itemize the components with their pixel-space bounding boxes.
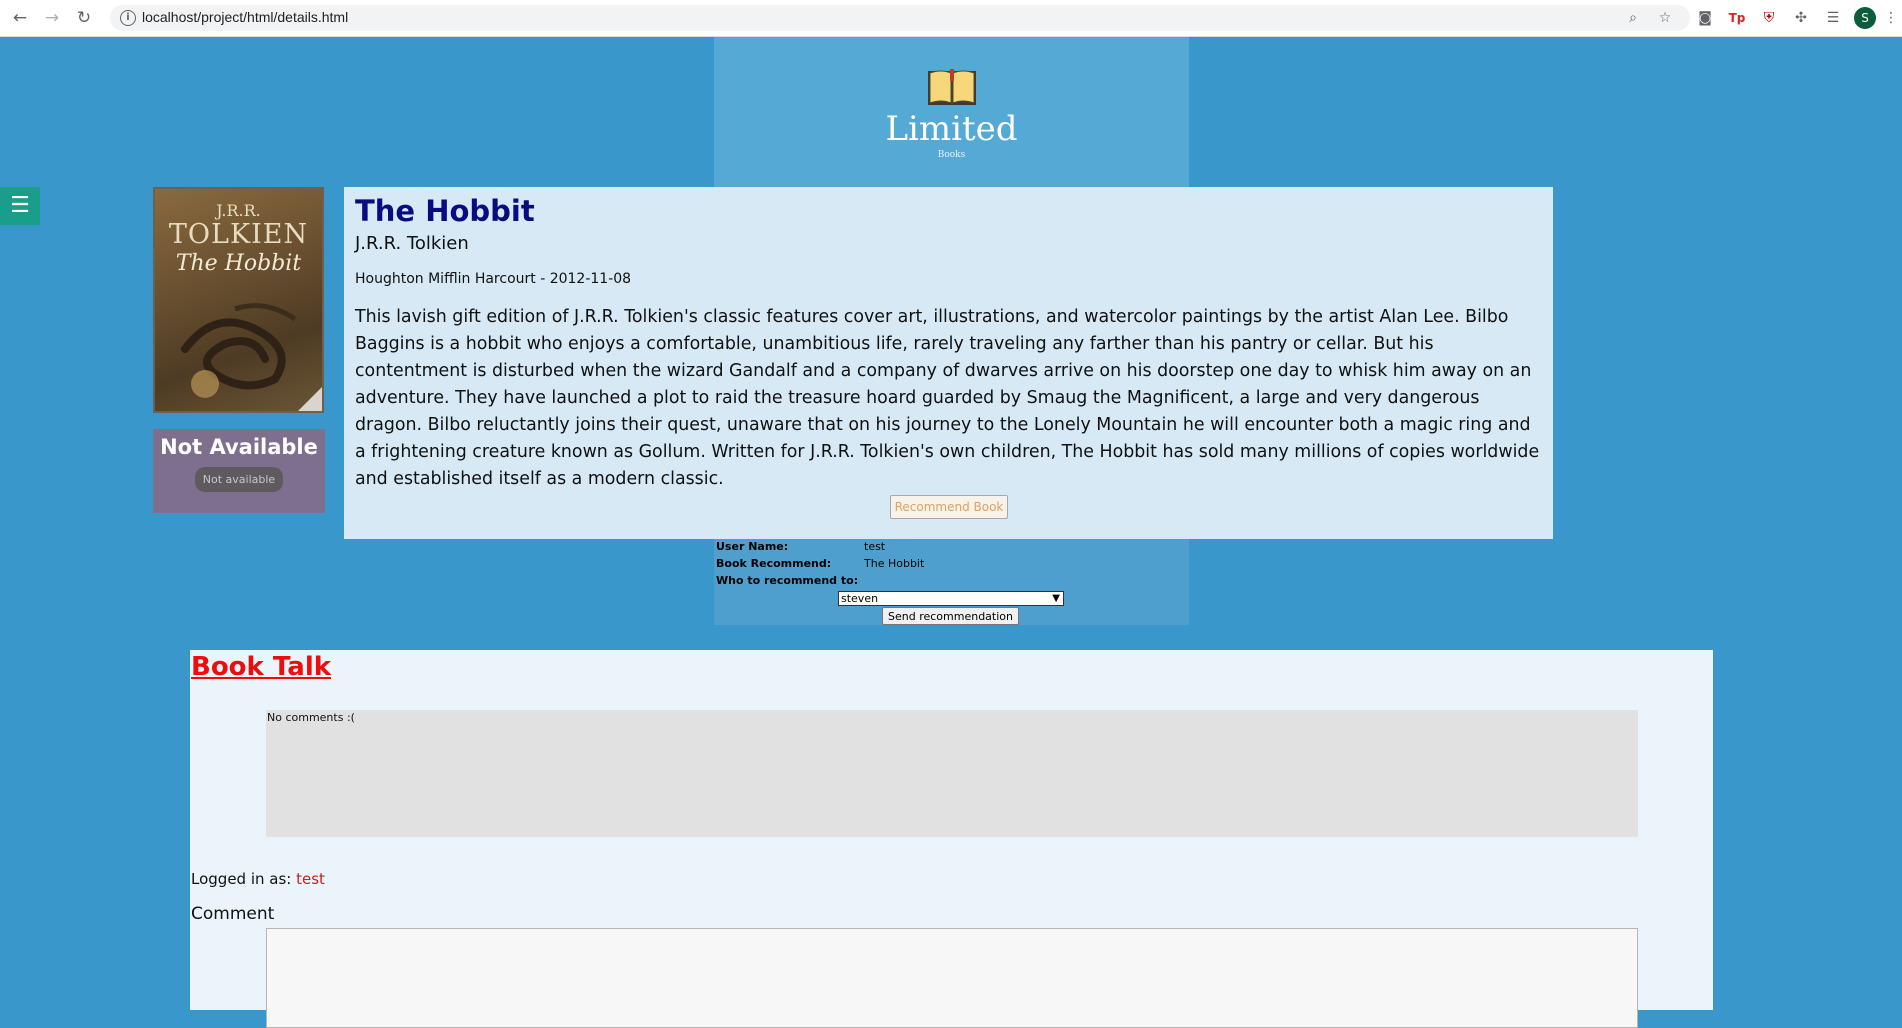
publisher-date: Houghton Mifflin Harcourt - 2012-11-08 — [355, 271, 632, 287]
no-comments-text: No comments :( — [267, 711, 355, 724]
comment-textarea[interactable] — [266, 928, 1638, 1028]
camera-extension-icon[interactable]: ◙ — [1696, 9, 1714, 27]
book-recommend-label: Book Recommend: — [716, 557, 832, 570]
bookmark-star-icon[interactable]: ☆ — [1656, 9, 1674, 27]
ublock-extension-icon[interactable]: ⛨ — [1760, 9, 1778, 27]
book-talk-title[interactable]: Book Talk — [191, 652, 331, 682]
forward-icon[interactable]: → — [42, 8, 62, 28]
browser-menu-icon[interactable]: ⋮ — [1882, 9, 1900, 27]
browser-toolbar: ← → ↻ i localhost/project/html/details.h… — [0, 0, 1902, 37]
recommend-form: User Name: test Book Recommend: The Hobbit… — [714, 539, 1189, 625]
logo-title: Limited — [885, 109, 1018, 149]
recommend-book-button[interactable]: Recommend Book — [889, 495, 1009, 519]
zoom-icon[interactable]: ⌕ — [1624, 9, 1642, 27]
comment-label: Comment — [191, 904, 275, 924]
book-cover-image: J.R.R. TOLKIEN The Hobbit — [153, 187, 324, 413]
cover-author-name: TOLKIEN — [168, 219, 309, 250]
user-name-row: User Name: test — [716, 540, 885, 553]
cover-book-title: The Hobbit — [175, 251, 302, 276]
site-info-icon[interactable]: i — [120, 10, 136, 26]
open-book-icon — [928, 69, 976, 105]
send-recommendation-button[interactable]: Send recommendation — [882, 607, 1019, 625]
chevron-down-icon: ▼ — [1052, 593, 1060, 604]
reading-list-icon[interactable]: ☰ — [1824, 9, 1842, 27]
logged-in-label: Logged in as: — [191, 870, 292, 888]
reload-icon[interactable]: ↻ — [74, 8, 94, 28]
user-name-label: User Name: — [716, 540, 789, 553]
book-title: The Hobbit — [355, 194, 535, 228]
profile-avatar[interactable]: S — [1854, 7, 1876, 29]
cover-author-initials: J.R.R. — [216, 201, 261, 220]
logged-in-status: Logged in as: test — [191, 870, 325, 888]
availability-panel: Not Available Not available — [153, 429, 325, 513]
book-talk-section: Book Talk No comments :( Logged in as: t… — [190, 650, 1713, 1028]
recipient-select[interactable]: steven ▼ — [838, 591, 1064, 606]
book-description: This lavish gift edition of J.R.R. Tolki… — [355, 307, 1540, 489]
user-name-value: test — [864, 540, 886, 553]
recipient-selected: steven — [841, 592, 879, 605]
who-label: Who to recommend to: — [716, 574, 859, 587]
who-row: Who to recommend to: — [716, 574, 864, 587]
tp-extension-icon[interactable]: Tp — [1728, 9, 1746, 27]
dragon-illustration — [181, 303, 297, 398]
back-icon[interactable]: ← — [10, 8, 30, 28]
book-recommend-row: Book Recommend: The Hobbit — [716, 557, 924, 570]
site-logo[interactable]: Limited Books — [714, 37, 1189, 187]
book-details: The Hobbit J.R.R. Tolkien Houghton Miffl… — [344, 187, 1553, 539]
menu-toggle-button[interactable]: ☰ — [0, 187, 40, 225]
logo-subtitle: Books — [937, 150, 966, 160]
book-recommend-value: The Hobbit — [864, 557, 925, 570]
not-available-button[interactable]: Not available — [194, 467, 284, 492]
availability-title: Not Available — [160, 435, 318, 459]
url-text: localhost/project/html/details.html — [142, 9, 349, 25]
comments-list: No comments :( — [266, 710, 1638, 837]
page-curl — [298, 387, 322, 411]
extensions-puzzle-icon[interactable]: ✣ — [1792, 9, 1810, 27]
logged-in-user[interactable]: test — [296, 870, 325, 888]
address-bar[interactable]: i localhost/project/html/details.html — [110, 5, 1690, 31]
book-author: J.R.R. Tolkien — [355, 233, 469, 254]
